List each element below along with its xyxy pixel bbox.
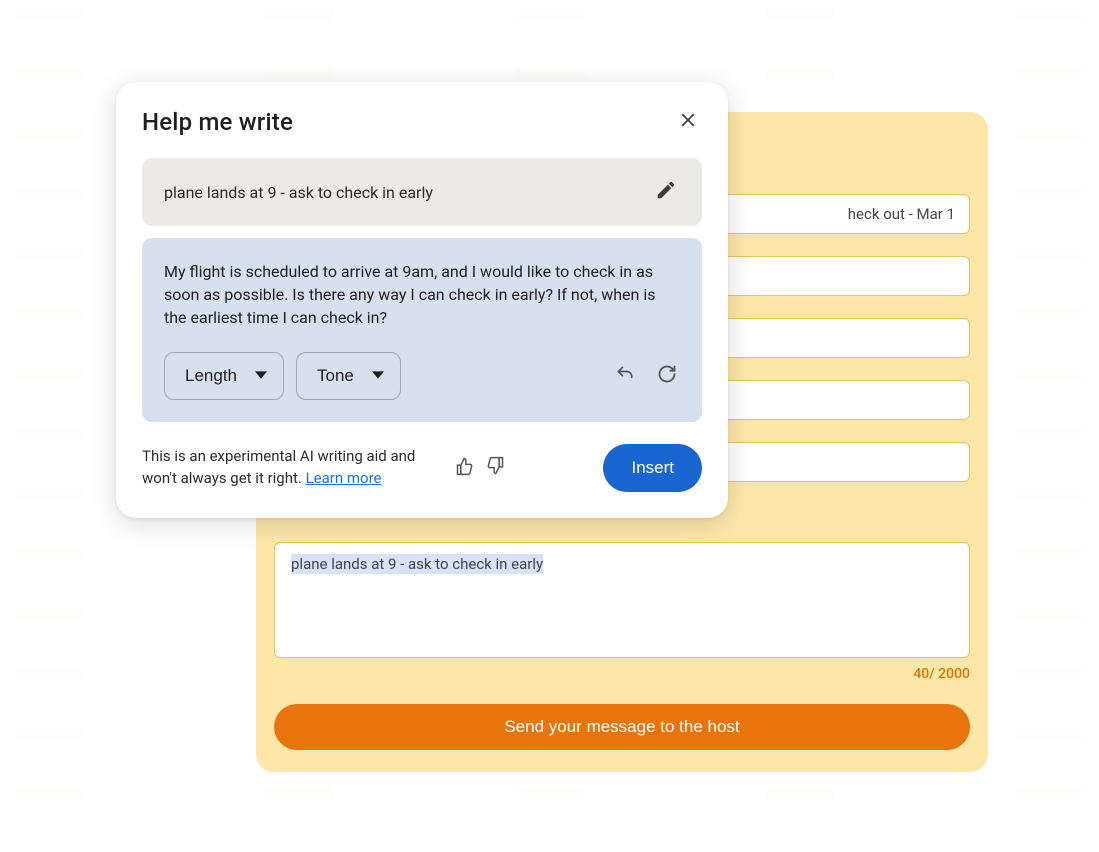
checkout-date-value: heck out - Mar 1 xyxy=(848,205,955,223)
message-text-selected: plane lands at 9 - ask to check in early xyxy=(291,554,543,574)
tone-chip[interactable]: Tone xyxy=(296,352,401,400)
send-message-button[interactable]: Send your message to the host xyxy=(274,704,970,750)
undo-icon xyxy=(615,364,635,388)
result-box: My flight is scheduled to arrive at 9am,… xyxy=(142,238,702,422)
result-text: My flight is scheduled to arrive at 9am,… xyxy=(164,260,680,330)
help-me-write-dialog: Help me write plane lands at 9 - ask to … xyxy=(116,82,728,518)
learn-more-link[interactable]: Learn more xyxy=(306,469,382,487)
thumbs-up-icon xyxy=(455,456,475,480)
thumbs-up-button[interactable] xyxy=(454,457,476,479)
caret-down-icon xyxy=(372,366,384,386)
thumbs-down-icon xyxy=(485,456,505,480)
close-icon xyxy=(679,111,697,133)
close-button[interactable] xyxy=(674,108,702,136)
disclaimer: This is an experimental AI writing aid a… xyxy=(142,446,442,490)
pencil-icon xyxy=(655,179,677,205)
length-chip[interactable]: Length xyxy=(164,352,284,400)
caret-down-icon xyxy=(255,366,267,386)
refresh-icon xyxy=(657,364,677,388)
prompt-text: plane lands at 9 - ask to check in early xyxy=(164,183,433,202)
tone-chip-label: Tone xyxy=(317,366,354,386)
undo-button[interactable] xyxy=(614,365,636,387)
dialog-title: Help me write xyxy=(142,108,293,136)
thumbs-down-button[interactable] xyxy=(484,457,506,479)
regenerate-button[interactable] xyxy=(656,365,678,387)
length-chip-label: Length xyxy=(185,366,237,386)
edit-prompt-button[interactable] xyxy=(652,178,680,206)
message-textarea[interactable]: plane lands at 9 - ask to check in early xyxy=(274,542,970,658)
insert-button[interactable]: Insert xyxy=(603,444,702,492)
prompt-box: plane lands at 9 - ask to check in early xyxy=(142,158,702,226)
char-count: 40/ 2000 xyxy=(913,666,970,682)
